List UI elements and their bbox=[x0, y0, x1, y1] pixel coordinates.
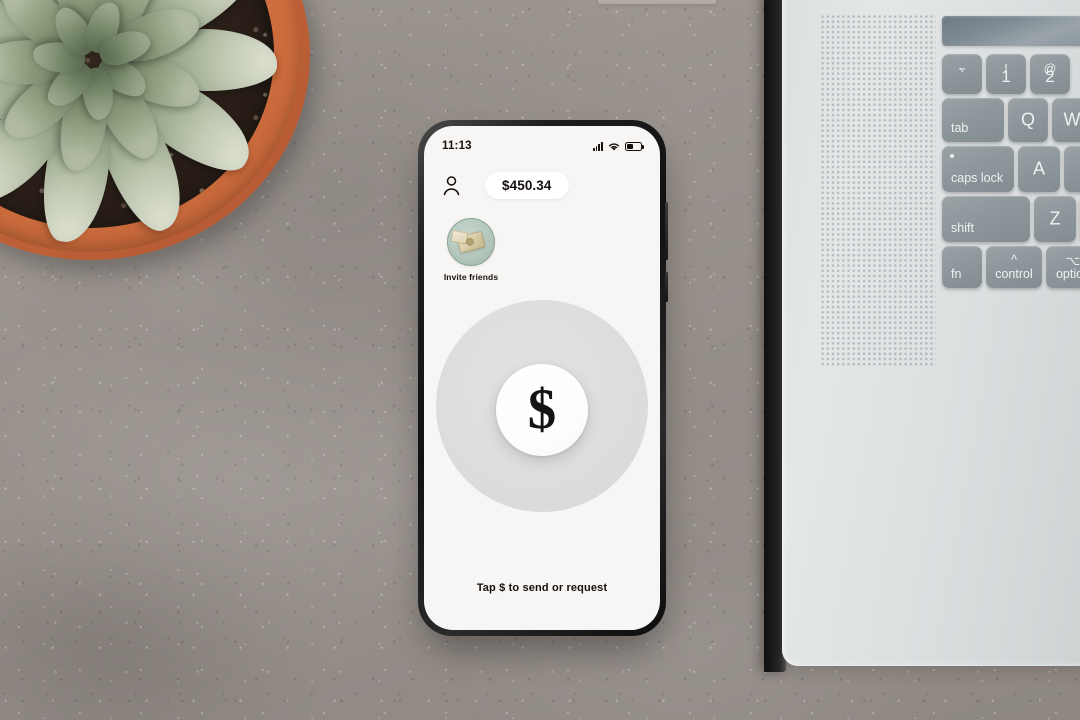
key-label: option bbox=[1055, 267, 1080, 281]
touch-bar[interactable] bbox=[942, 16, 1080, 46]
key-label: A bbox=[1032, 158, 1045, 179]
status-time: 11:13 bbox=[442, 140, 472, 152]
key-label: control bbox=[995, 267, 1033, 281]
invite-friends-icon bbox=[447, 218, 495, 266]
key-label: W bbox=[1063, 109, 1080, 130]
key-two[interactable]: @2 bbox=[1030, 54, 1070, 94]
balance-pill[interactable]: $450.34 bbox=[485, 171, 569, 199]
invite-friends-label: Invite friends bbox=[443, 272, 499, 282]
smartphone: 11:13 $450.34 Invite friends $ Tap $ to … bbox=[418, 120, 668, 636]
key-fn[interactable]: fn bbox=[942, 246, 982, 288]
macbook-laptop: ~`!1@2tabQWcaps lockASshiftZXfn^control⌥… bbox=[764, 0, 1080, 694]
invite-friends-button[interactable]: Invite friends bbox=[440, 218, 502, 282]
key-label: shift bbox=[951, 221, 974, 235]
key-label: S bbox=[1064, 159, 1080, 180]
key-s[interactable]: S bbox=[1064, 146, 1080, 192]
key-q[interactable]: Q bbox=[1008, 98, 1048, 142]
caps-lock-indicator bbox=[950, 154, 954, 158]
key-label: 2 bbox=[1045, 67, 1055, 86]
phone-screen: 11:13 $450.34 Invite friends $ Tap $ to … bbox=[424, 126, 660, 630]
key-capslock[interactable]: caps lock bbox=[942, 146, 1014, 192]
key-shift[interactable]: shift bbox=[942, 196, 1030, 242]
key-label: Q bbox=[1020, 109, 1035, 130]
status-bar: 11:13 bbox=[424, 136, 660, 156]
succulent-plant bbox=[0, 0, 320, 270]
battery-icon bbox=[625, 141, 644, 151]
laptop-body: ~`!1@2tabQWcaps lockASshiftZXfn^control⌥… bbox=[782, 0, 1080, 666]
key-label: fn bbox=[951, 267, 962, 281]
key-one[interactable]: ! 1 bbox=[986, 54, 1026, 94]
send-request-dial: $ bbox=[424, 300, 660, 536]
key-tab[interactable]: tab bbox=[942, 98, 1004, 142]
dollar-button[interactable]: $ bbox=[496, 364, 588, 456]
cellular-signal-icon bbox=[592, 141, 603, 151]
key-label: tab bbox=[951, 121, 969, 135]
dollar-sign-icon: $ bbox=[527, 377, 557, 441]
key-label: ` bbox=[959, 67, 965, 86]
phone-frame: 11:13 $450.34 Invite friends $ Tap $ to … bbox=[418, 120, 668, 636]
status-indicators bbox=[592, 141, 644, 152]
phone-power-button[interactable] bbox=[665, 202, 668, 260]
wifi-icon bbox=[608, 142, 620, 151]
key-tilde[interactable]: ~ ` bbox=[942, 54, 982, 94]
key-w[interactable]: W bbox=[1052, 98, 1080, 142]
app-header: $450.34 bbox=[424, 170, 660, 200]
photo-scene: ~`!1@2tabQWcaps lockASshiftZXfn^control⌥… bbox=[0, 0, 1080, 720]
key-option[interactable]: ⌥option bbox=[1046, 246, 1080, 288]
key-label: Z bbox=[1049, 208, 1061, 229]
phone-volume-button[interactable] bbox=[665, 272, 668, 302]
key-label: 1 bbox=[1001, 67, 1011, 86]
key-z[interactable]: Z bbox=[1034, 196, 1076, 242]
paper-edge bbox=[598, 0, 716, 4]
keyboard: ~`!1@2tabQWcaps lockASshiftZXfn^control⌥… bbox=[934, 16, 1080, 368]
dial-hint-text: Tap $ to send or request bbox=[476, 582, 608, 594]
invite-friends-artwork bbox=[456, 230, 486, 254]
key-label: caps lock bbox=[951, 171, 1004, 185]
key-control[interactable]: ^ control bbox=[986, 246, 1042, 288]
key-a[interactable]: A bbox=[1018, 146, 1060, 192]
person-icon[interactable] bbox=[442, 175, 461, 196]
speaker-grille-icon bbox=[820, 14, 936, 366]
